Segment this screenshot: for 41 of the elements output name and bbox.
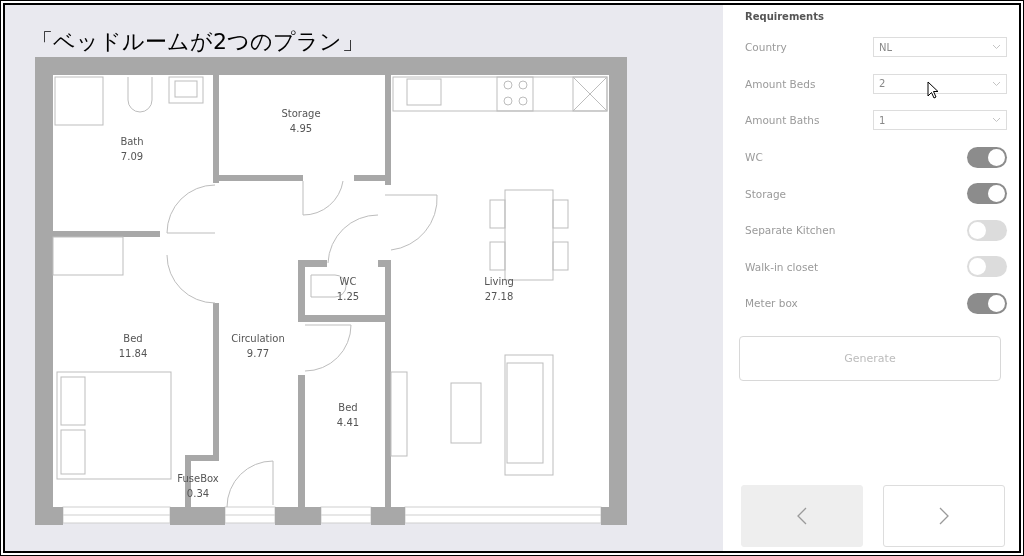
plan-title: 「ベッドルームが2つのプラン」 [31,29,364,54]
toggle-switch[interactable] [967,256,1007,278]
toggle-label: Meter box [745,297,798,310]
dropdown-field[interactable]: 1 [873,110,1007,131]
next-button[interactable] [883,485,1005,547]
room-name: Storage [281,108,321,119]
room-name: Bed [338,402,358,413]
chevron-left-icon [797,507,807,525]
toggle-switch[interactable] [967,219,1007,241]
chevron-down-icon [992,80,1001,87]
room-name: WC [339,276,357,287]
field-label: Amount Baths [745,114,820,127]
room-area: 0.34 [186,488,210,499]
room-area: 7.09 [120,151,144,162]
room-name: FuseBox [177,473,219,484]
dropdown-field[interactable]: 2 [873,73,1007,94]
toggle-label: Separate Kitchen [745,224,836,237]
room-area: 27.18 [484,291,514,302]
cursor-icon [927,81,939,99]
chevron-down-icon [992,44,1001,51]
room-area: 9.77 [246,348,270,359]
toggle-label: WC [745,151,763,164]
room-area: 4.95 [289,123,313,134]
room-name: Bed [123,333,143,344]
toggle-label: Storage [745,187,787,200]
toggle-switch[interactable] [967,292,1007,314]
room-area: 11.84 [118,348,148,359]
room-area: 4.41 [336,417,360,428]
field-label: Country [745,41,787,54]
room-name: Bath [120,136,144,147]
field-label: Amount Beds [745,77,816,90]
dropdown-field[interactable]: NL [873,37,1007,58]
toggle-switch[interactable] [967,146,1007,168]
room-name: Living [484,276,514,287]
chevron-down-icon [992,117,1001,124]
room-name: Circulation [231,333,285,344]
section-heading: Requirements [745,11,825,24]
toggle-label: Walk-in closet [745,260,818,273]
chevron-right-icon [939,507,949,525]
room-area: 1.25 [336,291,360,302]
toggle-switch[interactable] [967,183,1007,205]
